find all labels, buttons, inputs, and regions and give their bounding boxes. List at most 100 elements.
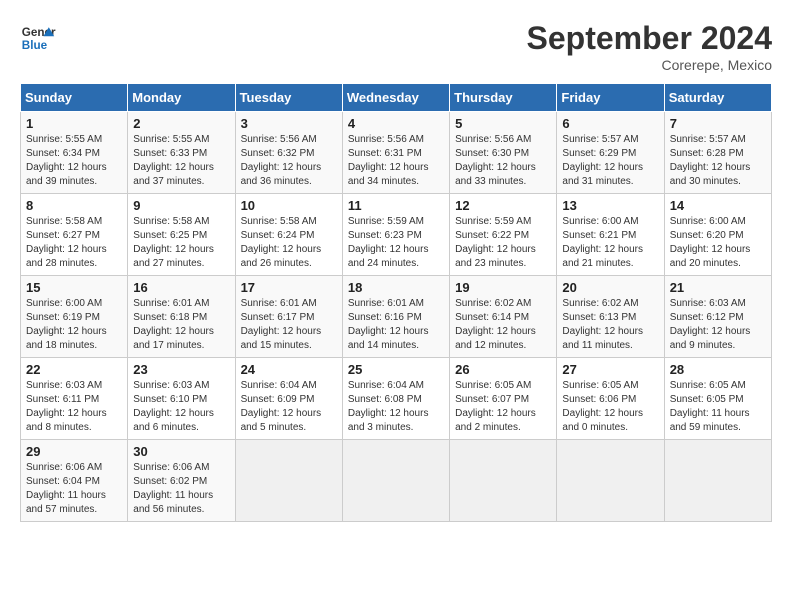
col-header-thursday: Thursday [450, 84, 557, 112]
day-number: 30 [133, 444, 229, 459]
day-info: Sunrise: 6:02 AM Sunset: 6:14 PM Dayligh… [455, 297, 551, 353]
day-number: 24 [241, 362, 337, 377]
day-number: 14 [670, 198, 766, 213]
day-cell: 30 Sunrise: 6:06 AM Sunset: 6:02 PM Dayli… [128, 440, 235, 522]
col-header-wednesday: Wednesday [342, 84, 449, 112]
day-info: Sunrise: 6:04 AM Sunset: 6:08 PM Dayligh… [348, 379, 444, 435]
day-info: Sunrise: 5:55 AM Sunset: 6:33 PM Dayligh… [133, 133, 229, 189]
day-cell: 12Sunrise: 5:59 AM Sunset: 6:22 PM Dayli… [450, 194, 557, 276]
header: General Blue September 2024 Corerepe, Me… [20, 20, 772, 73]
week-row: 1 Sunrise: 5:55 AM Sunset: 6:34 PM Daylig… [21, 112, 772, 194]
day-info: Sunrise: 6:01 AM Sunset: 6:16 PM Dayligh… [348, 297, 444, 353]
day-cell: 4Sunrise: 5:56 AM Sunset: 6:31 PM Daylig… [342, 112, 449, 194]
day-number: 22 [26, 362, 122, 377]
empty-cell [664, 440, 771, 522]
day-number: 8 [26, 198, 122, 213]
day-cell: 27 Sunrise: 6:05 AM Sunset: 6:06 PM Dayli… [557, 358, 664, 440]
day-cell: 8 Sunrise: 5:58 AM Sunset: 6:27 PM Daylig… [21, 194, 128, 276]
location: Corerepe, Mexico [527, 57, 772, 73]
empty-cell [557, 440, 664, 522]
col-header-monday: Monday [128, 84, 235, 112]
day-cell: 6Sunrise: 5:57 AM Sunset: 6:29 PM Daylig… [557, 112, 664, 194]
day-info: Sunrise: 6:02 AM Sunset: 6:13 PM Dayligh… [562, 297, 658, 353]
day-cell: 11Sunrise: 5:59 AM Sunset: 6:23 PM Dayli… [342, 194, 449, 276]
col-header-saturday: Saturday [664, 84, 771, 112]
day-number: 9 [133, 198, 229, 213]
day-number: 16 [133, 280, 229, 295]
day-number: 13 [562, 198, 658, 213]
day-cell: 24 Sunrise: 6:04 AM Sunset: 6:09 PM Dayli… [235, 358, 342, 440]
title-area: September 2024 Corerepe, Mexico [527, 20, 772, 73]
empty-cell [450, 440, 557, 522]
day-cell: 19 Sunrise: 6:02 AM Sunset: 6:14 PM Dayli… [450, 276, 557, 358]
day-number: 5 [455, 116, 551, 131]
day-number: 19 [455, 280, 551, 295]
day-number: 28 [670, 362, 766, 377]
day-info: Sunrise: 6:03 AM Sunset: 6:11 PM Dayligh… [26, 379, 122, 435]
day-info: Sunrise: 6:01 AM Sunset: 6:17 PM Dayligh… [241, 297, 337, 353]
day-cell: 21Sunrise: 6:03 AM Sunset: 6:12 PM Dayli… [664, 276, 771, 358]
day-number: 27 [562, 362, 658, 377]
day-info: Sunrise: 6:06 AM Sunset: 6:02 PM Dayligh… [133, 461, 229, 517]
day-cell: 3Sunrise: 5:56 AM Sunset: 6:32 PM Daylig… [235, 112, 342, 194]
day-cell: 29 Sunrise: 6:06 AM Sunset: 6:04 PM Dayli… [21, 440, 128, 522]
day-info: Sunrise: 5:56 AM Sunset: 6:30 PM Dayligh… [455, 133, 551, 189]
col-header-sunday: Sunday [21, 84, 128, 112]
day-info: Sunrise: 5:58 AM Sunset: 6:27 PM Dayligh… [26, 215, 122, 271]
day-number: 20 [562, 280, 658, 295]
calendar-table: SundayMondayTuesdayWednesdayThursdayFrid… [20, 83, 772, 522]
day-info: Sunrise: 5:58 AM Sunset: 6:24 PM Dayligh… [241, 215, 337, 271]
day-info: Sunrise: 6:06 AM Sunset: 6:04 PM Dayligh… [26, 461, 122, 517]
day-info: Sunrise: 6:05 AM Sunset: 6:05 PM Dayligh… [670, 379, 766, 435]
day-info: Sunrise: 5:56 AM Sunset: 6:32 PM Dayligh… [241, 133, 337, 189]
day-cell: 28 Sunrise: 6:05 AM Sunset: 6:05 PM Dayli… [664, 358, 771, 440]
day-cell: 10 Sunrise: 5:58 AM Sunset: 6:24 PM Dayli… [235, 194, 342, 276]
day-cell: 26 Sunrise: 6:05 AM Sunset: 6:07 PM Dayli… [450, 358, 557, 440]
day-cell: 23Sunrise: 6:03 AM Sunset: 6:10 PM Dayli… [128, 358, 235, 440]
day-info: Sunrise: 6:00 AM Sunset: 6:19 PM Dayligh… [26, 297, 122, 353]
day-number: 26 [455, 362, 551, 377]
day-info: Sunrise: 6:04 AM Sunset: 6:09 PM Dayligh… [241, 379, 337, 435]
day-number: 7 [670, 116, 766, 131]
day-cell: 7Sunrise: 5:57 AM Sunset: 6:28 PM Daylig… [664, 112, 771, 194]
day-cell: 18 Sunrise: 6:01 AM Sunset: 6:16 PM Dayli… [342, 276, 449, 358]
empty-cell [342, 440, 449, 522]
day-info: Sunrise: 6:00 AM Sunset: 6:21 PM Dayligh… [562, 215, 658, 271]
day-cell: 22 Sunrise: 6:03 AM Sunset: 6:11 PM Dayli… [21, 358, 128, 440]
day-info: Sunrise: 5:55 AM Sunset: 6:34 PM Dayligh… [26, 133, 122, 189]
col-header-tuesday: Tuesday [235, 84, 342, 112]
day-info: Sunrise: 5:58 AM Sunset: 6:25 PM Dayligh… [133, 215, 229, 271]
day-cell: 9 Sunrise: 5:58 AM Sunset: 6:25 PM Daylig… [128, 194, 235, 276]
day-cell: 1 Sunrise: 5:55 AM Sunset: 6:34 PM Daylig… [21, 112, 128, 194]
week-row: 15 Sunrise: 6:00 AM Sunset: 6:19 PM Dayli… [21, 276, 772, 358]
day-number: 17 [241, 280, 337, 295]
day-info: Sunrise: 6:05 AM Sunset: 6:07 PM Dayligh… [455, 379, 551, 435]
week-row: 22 Sunrise: 6:03 AM Sunset: 6:11 PM Dayli… [21, 358, 772, 440]
day-info: Sunrise: 6:03 AM Sunset: 6:12 PM Dayligh… [670, 297, 766, 353]
day-cell: 13 Sunrise: 6:00 AM Sunset: 6:21 PM Dayli… [557, 194, 664, 276]
day-cell: 15 Sunrise: 6:00 AM Sunset: 6:19 PM Dayli… [21, 276, 128, 358]
day-number: 10 [241, 198, 337, 213]
week-row: 29 Sunrise: 6:06 AM Sunset: 6:04 PM Dayli… [21, 440, 772, 522]
day-cell: 5 Sunrise: 5:56 AM Sunset: 6:30 PM Daylig… [450, 112, 557, 194]
day-cell: 14Sunrise: 6:00 AM Sunset: 6:20 PM Dayli… [664, 194, 771, 276]
day-cell: 2 Sunrise: 5:55 AM Sunset: 6:33 PM Daylig… [128, 112, 235, 194]
logo: General Blue [20, 20, 56, 56]
empty-cell [235, 440, 342, 522]
day-number: 2 [133, 116, 229, 131]
logo-icon: General Blue [20, 20, 56, 56]
day-info: Sunrise: 6:01 AM Sunset: 6:18 PM Dayligh… [133, 297, 229, 353]
day-info: Sunrise: 6:05 AM Sunset: 6:06 PM Dayligh… [562, 379, 658, 435]
day-number: 18 [348, 280, 444, 295]
day-cell: 17 Sunrise: 6:01 AM Sunset: 6:17 PM Dayli… [235, 276, 342, 358]
day-cell: 16 Sunrise: 6:01 AM Sunset: 6:18 PM Dayli… [128, 276, 235, 358]
day-cell: 25Sunrise: 6:04 AM Sunset: 6:08 PM Dayli… [342, 358, 449, 440]
day-number: 29 [26, 444, 122, 459]
day-number: 1 [26, 116, 122, 131]
month-title: September 2024 [527, 20, 772, 57]
day-info: Sunrise: 5:59 AM Sunset: 6:22 PM Dayligh… [455, 215, 551, 271]
day-info: Sunrise: 5:59 AM Sunset: 6:23 PM Dayligh… [348, 215, 444, 271]
day-cell: 20 Sunrise: 6:02 AM Sunset: 6:13 PM Dayli… [557, 276, 664, 358]
col-header-friday: Friday [557, 84, 664, 112]
day-number: 15 [26, 280, 122, 295]
